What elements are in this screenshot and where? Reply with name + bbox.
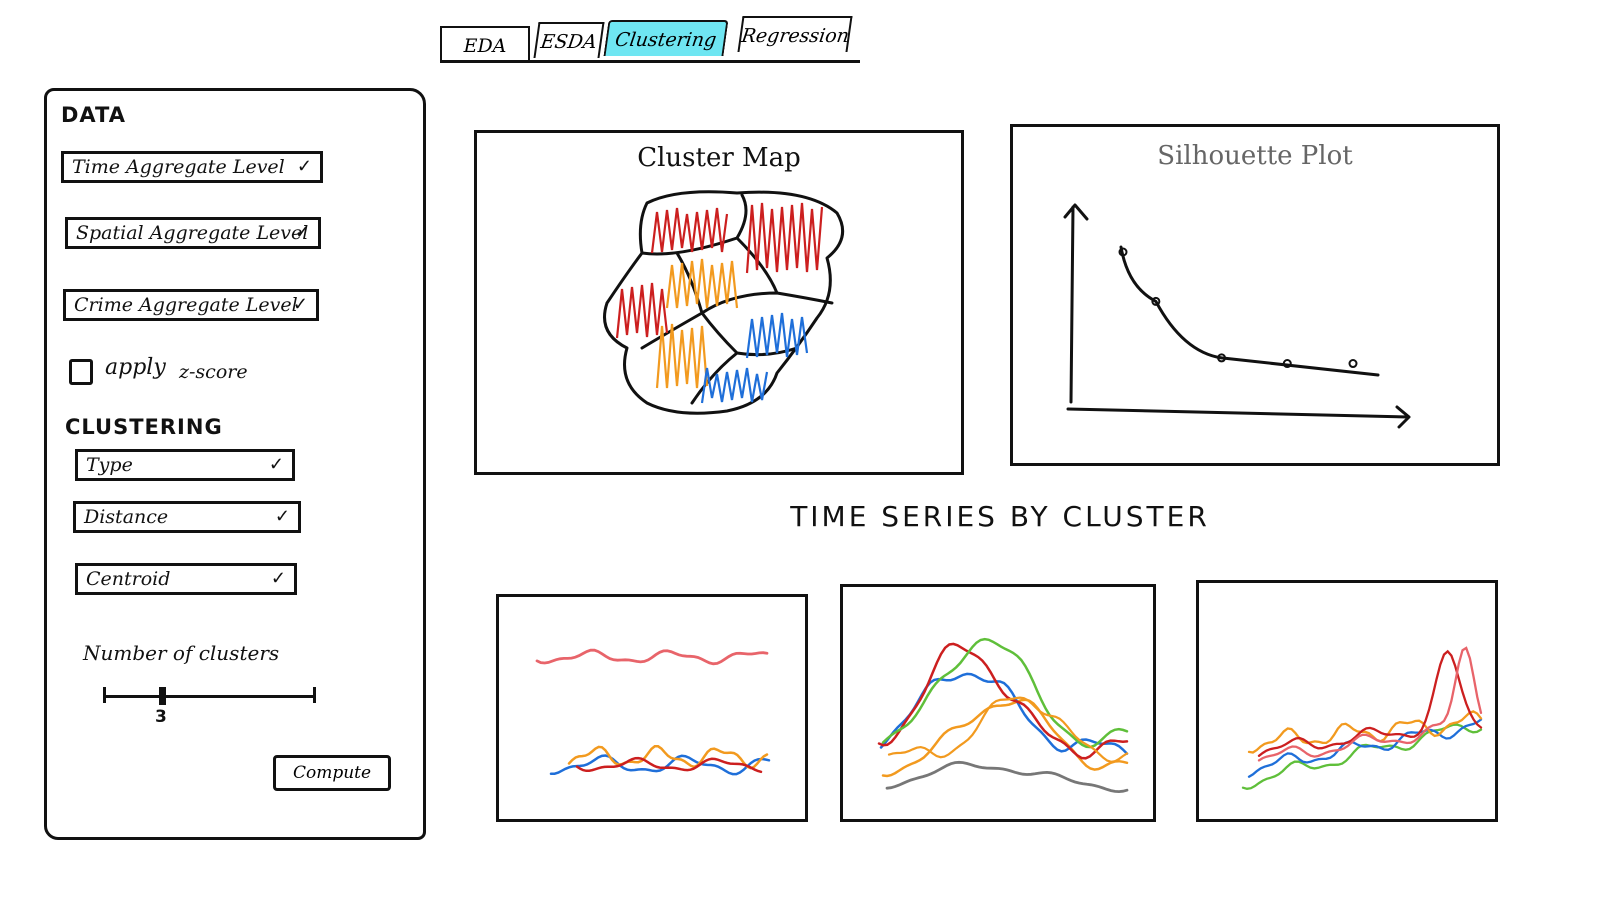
time-aggregate-dropdown[interactable]: Time Aggregate Level ✓ [61, 151, 323, 183]
tab-bar: EDA ESDA Clustering Regression [440, 8, 880, 68]
series-line [885, 760, 1129, 794]
cluster-3-time-series[interactable] [1196, 580, 1498, 822]
silhouette-plot-panel: Silhouette Plot [1010, 124, 1500, 466]
cluster-region-hatch [745, 312, 809, 359]
slider-tick-max [313, 687, 316, 703]
tab-regression[interactable]: Regression [737, 16, 853, 52]
crime-aggregate-dropdown[interactable]: Crime Aggregate Level ✓ [63, 289, 319, 321]
series-line [887, 696, 1129, 763]
tab-esda[interactable]: ESDA [533, 22, 605, 58]
num-clusters-label: Number of clusters [83, 641, 280, 665]
cluster-2-time-series[interactable] [840, 584, 1156, 822]
chevron-down-icon: ✓ [268, 454, 284, 475]
cluster-map-graphic[interactable] [477, 133, 961, 472]
x-axis [1066, 405, 1411, 429]
series-line [535, 648, 769, 666]
clustering-section-title: CLUSTERING [65, 415, 223, 439]
tab-eda[interactable]: EDA [440, 26, 530, 62]
crime-aggregate-label: Crime Aggregate Level [74, 294, 298, 316]
time-series-title: TIME SERIES BY CLUSTER [790, 500, 1210, 533]
cluster-map-panel: Cluster Map [474, 130, 964, 475]
zscore-checkbox[interactable] [69, 359, 93, 385]
chevron-down-icon: ✓ [294, 222, 310, 243]
series-line [1257, 646, 1483, 762]
type-dropdown[interactable]: Type ✓ [75, 449, 295, 481]
centroid-label: Centroid [86, 568, 171, 590]
chevron-down-icon: ✓ [296, 156, 312, 177]
spatial-aggregate-dropdown[interactable]: Spatial Aggregate Level ✓ [65, 217, 321, 249]
num-clusters-slider-thumb[interactable] [159, 687, 166, 705]
y-axis [1063, 203, 1089, 404]
tab-clustering[interactable]: Clustering [603, 20, 729, 56]
spatial-aggregate-label: Spatial Aggregate Level [76, 222, 309, 244]
series-line [1257, 649, 1483, 757]
distance-label: Distance [84, 506, 169, 528]
type-label: Type [86, 454, 133, 476]
num-clusters-value: 3 [155, 707, 167, 727]
chevron-down-icon: ✓ [274, 506, 290, 527]
control-sidebar: DATA Time Aggregate Level ✓ Spatial Aggr… [44, 88, 426, 840]
data-section-title: DATA [61, 103, 127, 127]
chevron-down-icon: ✓ [270, 568, 286, 589]
centroid-dropdown[interactable]: Centroid ✓ [75, 563, 297, 595]
silhouette-curve [1119, 245, 1380, 377]
distance-dropdown[interactable]: Distance ✓ [73, 501, 301, 533]
silhouette-plot-chart[interactable] [1013, 127, 1497, 463]
cluster-region-hatch [615, 282, 669, 339]
time-aggregate-label: Time Aggregate Level [72, 156, 285, 178]
compute-button[interactable]: Compute [273, 755, 391, 791]
chevron-down-icon: ✓ [292, 294, 308, 315]
cluster-1-time-series[interactable] [496, 594, 808, 822]
num-clusters-slider[interactable] [105, 695, 315, 698]
tab-bar-divider [440, 60, 860, 63]
silhouette-point [1348, 359, 1358, 369]
cluster-region-hatch [665, 258, 739, 309]
cluster-region-hatch [650, 207, 729, 254]
cluster-region-hatch [745, 202, 824, 274]
zscore-label: z-score [179, 361, 248, 383]
apply-label: apply [105, 355, 166, 380]
